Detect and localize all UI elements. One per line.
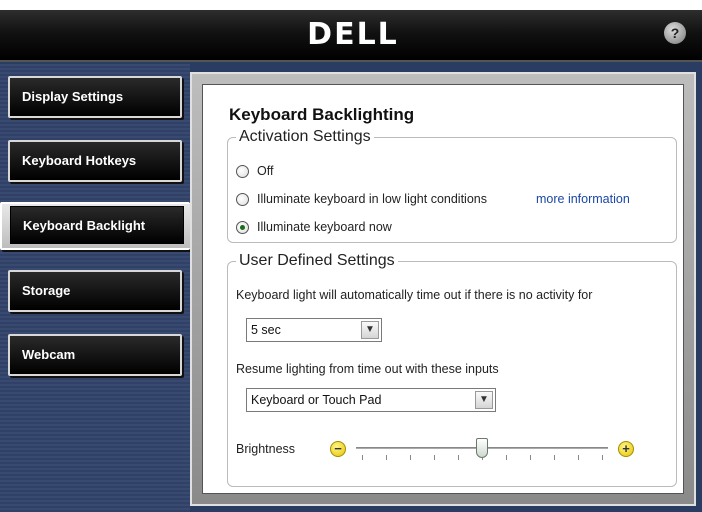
slider-tick: [386, 455, 387, 460]
main-panel: Keyboard Backlighting Activation Setting…: [202, 84, 684, 494]
radio-illuminate-now-indicator: [236, 220, 249, 234]
sidebar-item-storage[interactable]: Storage: [8, 270, 182, 312]
radio-low-light-label: Illuminate keyboard in low light conditi…: [257, 192, 487, 206]
dell-logo: DELL: [307, 17, 399, 52]
timeout-select[interactable]: 5 sec ▼: [246, 318, 382, 342]
app-header: DELL ?: [0, 0, 702, 62]
page-title: Keyboard Backlighting: [229, 105, 415, 124]
radio-off-label: Off: [257, 164, 274, 178]
slider-tick: [602, 455, 603, 460]
sidebar-item-display-settings[interactable]: Display Settings: [8, 76, 182, 118]
radio-low-light-indicator: [236, 192, 249, 206]
sidebar-item-webcam[interactable]: Webcam: [8, 334, 182, 376]
slider-tick: [506, 455, 507, 460]
radio-illuminate-now-label: Illuminate keyboard now: [257, 220, 392, 234]
timeout-select-value: 5 sec: [251, 323, 281, 337]
radio-illuminate-now[interactable]: Illuminate keyboard now: [236, 218, 392, 236]
brightness-decrease-button[interactable]: −: [330, 441, 346, 457]
brightness-increase-button[interactable]: +: [618, 441, 634, 457]
slider-tick: [362, 455, 363, 460]
top-strip: [0, 0, 702, 10]
resume-label: Resume lighting from time out with these…: [236, 362, 499, 376]
slider-tick: [458, 455, 459, 460]
user-defined-settings-group: User Defined Settings Keyboard light wil…: [227, 252, 677, 487]
brightness-slider-thumb[interactable]: [476, 438, 488, 458]
resume-select[interactable]: Keyboard or Touch Pad ▼: [246, 388, 496, 412]
slider-tick: [578, 455, 579, 460]
main-panel-frame: Keyboard Backlighting Activation Setting…: [190, 72, 696, 506]
user-defined-settings-legend: User Defined Settings: [236, 252, 398, 270]
radio-low-light[interactable]: Illuminate keyboard in low light conditi…: [236, 190, 487, 208]
sidebar: Display Settings Keyboard Hotkeys Keyboa…: [0, 64, 190, 512]
resume-select-value: Keyboard or Touch Pad: [251, 393, 382, 407]
sidebar-item-label: Keyboard Backlight: [10, 206, 184, 244]
activation-settings-group: Activation Settings Off Illuminate keybo…: [227, 128, 677, 243]
sidebar-item-keyboard-backlight[interactable]: Keyboard Backlight: [0, 202, 190, 250]
slider-tick: [434, 455, 435, 460]
timeout-label: Keyboard light will automatically time o…: [236, 288, 593, 302]
help-button[interactable]: ?: [664, 22, 686, 44]
slider-tick: [530, 455, 531, 460]
slider-tick: [554, 455, 555, 460]
more-information-link[interactable]: more information: [536, 192, 630, 206]
activation-settings-legend: Activation Settings: [236, 128, 374, 146]
chevron-down-icon: ▼: [475, 391, 493, 409]
brightness-slider[interactable]: [356, 432, 608, 468]
chevron-down-icon: ▼: [361, 321, 379, 339]
sidebar-item-keyboard-hotkeys[interactable]: Keyboard Hotkeys: [8, 140, 182, 182]
slider-tick: [410, 455, 411, 460]
radio-off-indicator: [236, 164, 249, 178]
radio-off[interactable]: Off: [236, 162, 273, 180]
brightness-label: Brightness: [236, 442, 296, 456]
